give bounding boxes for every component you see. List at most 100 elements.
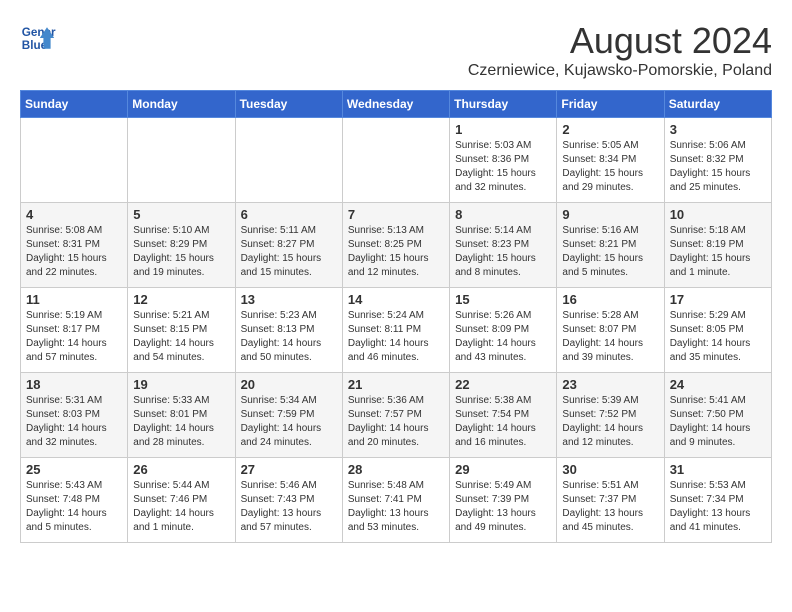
day-number: 30 <box>562 462 658 477</box>
weekday-header-thursday: Thursday <box>450 91 557 118</box>
calendar-cell: 26 Sunrise: 5:44 AM Sunset: 7:46 PM Dayli… <box>128 458 235 543</box>
day-number: 12 <box>133 292 229 307</box>
calendar-cell: 4 Sunrise: 5:08 AM Sunset: 8:31 PM Daylig… <box>21 203 128 288</box>
day-detail: Sunrise: 5:43 AM Sunset: 7:48 PM Dayligh… <box>26 479 122 535</box>
day-detail: Sunrise: 5:28 AM Sunset: 8:07 PM Dayligh… <box>562 309 658 365</box>
day-detail: Sunrise: 5:23 AM Sunset: 8:13 PM Dayligh… <box>241 309 337 365</box>
calendar-cell: 20 Sunrise: 5:34 AM Sunset: 7:59 PM Dayli… <box>235 373 342 458</box>
day-detail: Sunrise: 5:03 AM Sunset: 8:36 PM Dayligh… <box>455 139 551 195</box>
calendar-cell <box>342 118 449 203</box>
day-number: 3 <box>670 122 766 137</box>
calendar-cell: 9 Sunrise: 5:16 AM Sunset: 8:21 PM Daylig… <box>557 203 664 288</box>
day-number: 28 <box>348 462 444 477</box>
logo-icon: General Blue <box>20 20 56 56</box>
day-detail: Sunrise: 5:39 AM Sunset: 7:52 PM Dayligh… <box>562 394 658 450</box>
calendar-cell: 5Sunrise: 5:10 AM Sunset: 8:29 PM Daylig… <box>128 203 235 288</box>
weekday-header-monday: Monday <box>128 91 235 118</box>
logo: General Blue <box>20 20 56 56</box>
day-number: 1 <box>455 122 551 137</box>
calendar-cell: 8Sunrise: 5:14 AM Sunset: 8:23 PM Daylig… <box>450 203 557 288</box>
calendar-cell: 2 Sunrise: 5:05 AM Sunset: 8:34 PM Daylig… <box>557 118 664 203</box>
calendar-cell: 19Sunrise: 5:33 AM Sunset: 8:01 PM Dayli… <box>128 373 235 458</box>
day-detail: Sunrise: 5:05 AM Sunset: 8:34 PM Dayligh… <box>562 139 658 195</box>
calendar-cell <box>235 118 342 203</box>
day-detail: Sunrise: 5:53 AM Sunset: 7:34 PM Dayligh… <box>670 479 766 535</box>
weekday-header-saturday: Saturday <box>664 91 771 118</box>
calendar-cell <box>21 118 128 203</box>
day-number: 8 <box>455 207 551 222</box>
day-number: 17 <box>670 292 766 307</box>
day-detail: Sunrise: 5:41 AM Sunset: 7:50 PM Dayligh… <box>670 394 766 450</box>
weekday-header-sunday: Sunday <box>21 91 128 118</box>
weekday-header-tuesday: Tuesday <box>235 91 342 118</box>
day-number: 24 <box>670 377 766 392</box>
title-section: August 2024 Czerniewice, Kujawsko-Pomors… <box>468 20 772 80</box>
calendar-cell: 16Sunrise: 5:28 AM Sunset: 8:07 PM Dayli… <box>557 288 664 373</box>
calendar-cell: 13 Sunrise: 5:23 AM Sunset: 8:13 PM Dayli… <box>235 288 342 373</box>
week-row-3: 11 Sunrise: 5:19 AM Sunset: 8:17 PM Dayli… <box>21 288 772 373</box>
calendar-cell: 11 Sunrise: 5:19 AM Sunset: 8:17 PM Dayli… <box>21 288 128 373</box>
day-number: 10 <box>670 207 766 222</box>
day-number: 31 <box>670 462 766 477</box>
calendar-cell: 7Sunrise: 5:13 AM Sunset: 8:25 PM Daylig… <box>342 203 449 288</box>
day-detail: Sunrise: 5:36 AM Sunset: 7:57 PM Dayligh… <box>348 394 444 450</box>
day-detail: Sunrise: 5:44 AM Sunset: 7:46 PM Dayligh… <box>133 479 229 535</box>
weekday-header-row: SundayMondayTuesdayWednesdayThursdayFrid… <box>21 91 772 118</box>
day-detail: Sunrise: 5:26 AM Sunset: 8:09 PM Dayligh… <box>455 309 551 365</box>
day-detail: Sunrise: 5:48 AM Sunset: 7:41 PM Dayligh… <box>348 479 444 535</box>
calendar-cell: 29 Sunrise: 5:49 AM Sunset: 7:39 PM Dayli… <box>450 458 557 543</box>
calendar-cell: 17 Sunrise: 5:29 AM Sunset: 8:05 PM Dayli… <box>664 288 771 373</box>
calendar-cell: 3 Sunrise: 5:06 AM Sunset: 8:32 PM Daylig… <box>664 118 771 203</box>
calendar-cell: 18 Sunrise: 5:31 AM Sunset: 8:03 PM Dayli… <box>21 373 128 458</box>
day-number: 9 <box>562 207 658 222</box>
day-detail: Sunrise: 5:10 AM Sunset: 8:29 PM Dayligh… <box>133 224 229 280</box>
day-number: 13 <box>241 292 337 307</box>
location: Czerniewice, Kujawsko-Pomorskie, Poland <box>468 62 772 80</box>
day-detail: Sunrise: 5:18 AM Sunset: 8:19 PM Dayligh… <box>670 224 766 280</box>
day-number: 14 <box>348 292 444 307</box>
day-detail: Sunrise: 5:16 AM Sunset: 8:21 PM Dayligh… <box>562 224 658 280</box>
day-number: 26 <box>133 462 229 477</box>
day-number: 29 <box>455 462 551 477</box>
calendar-table: SundayMondayTuesdayWednesdayThursdayFrid… <box>20 90 772 543</box>
day-detail: Sunrise: 5:13 AM Sunset: 8:25 PM Dayligh… <box>348 224 444 280</box>
day-number: 6 <box>241 207 337 222</box>
day-detail: Sunrise: 5:46 AM Sunset: 7:43 PM Dayligh… <box>241 479 337 535</box>
day-detail: Sunrise: 5:19 AM Sunset: 8:17 PM Dayligh… <box>26 309 122 365</box>
calendar-cell: 30 Sunrise: 5:51 AM Sunset: 7:37 PM Dayli… <box>557 458 664 543</box>
calendar-cell: 21Sunrise: 5:36 AM Sunset: 7:57 PM Dayli… <box>342 373 449 458</box>
calendar-cell: 28 Sunrise: 5:48 AM Sunset: 7:41 PM Dayli… <box>342 458 449 543</box>
header-section: General Blue August 2024 Czerniewice, Ku… <box>20 20 772 80</box>
week-row-2: 4 Sunrise: 5:08 AM Sunset: 8:31 PM Daylig… <box>21 203 772 288</box>
day-number: 4 <box>26 207 122 222</box>
day-detail: Sunrise: 5:31 AM Sunset: 8:03 PM Dayligh… <box>26 394 122 450</box>
calendar-cell: 14 Sunrise: 5:24 AM Sunset: 8:11 PM Dayli… <box>342 288 449 373</box>
calendar-cell: 10 Sunrise: 5:18 AM Sunset: 8:19 PM Dayli… <box>664 203 771 288</box>
day-number: 15 <box>455 292 551 307</box>
calendar-cell: 12 Sunrise: 5:21 AM Sunset: 8:15 PM Dayli… <box>128 288 235 373</box>
day-number: 23 <box>562 377 658 392</box>
calendar-cell: 23 Sunrise: 5:39 AM Sunset: 7:52 PM Dayli… <box>557 373 664 458</box>
day-detail: Sunrise: 5:49 AM Sunset: 7:39 PM Dayligh… <box>455 479 551 535</box>
calendar-cell: 25Sunrise: 5:43 AM Sunset: 7:48 PM Dayli… <box>21 458 128 543</box>
day-number: 27 <box>241 462 337 477</box>
day-number: 11 <box>26 292 122 307</box>
day-detail: Sunrise: 5:51 AM Sunset: 7:37 PM Dayligh… <box>562 479 658 535</box>
day-detail: Sunrise: 5:08 AM Sunset: 8:31 PM Dayligh… <box>26 224 122 280</box>
day-number: 19 <box>133 377 229 392</box>
day-detail: Sunrise: 5:21 AM Sunset: 8:15 PM Dayligh… <box>133 309 229 365</box>
day-detail: Sunrise: 5:29 AM Sunset: 8:05 PM Dayligh… <box>670 309 766 365</box>
day-number: 20 <box>241 377 337 392</box>
weekday-header-wednesday: Wednesday <box>342 91 449 118</box>
calendar-cell: 31 Sunrise: 5:53 AM Sunset: 7:34 PM Dayli… <box>664 458 771 543</box>
day-detail: Sunrise: 5:24 AM Sunset: 8:11 PM Dayligh… <box>348 309 444 365</box>
calendar-cell <box>128 118 235 203</box>
calendar-cell: 24 Sunrise: 5:41 AM Sunset: 7:50 PM Dayli… <box>664 373 771 458</box>
day-number: 18 <box>26 377 122 392</box>
day-detail: Sunrise: 5:34 AM Sunset: 7:59 PM Dayligh… <box>241 394 337 450</box>
day-detail: Sunrise: 5:06 AM Sunset: 8:32 PM Dayligh… <box>670 139 766 195</box>
week-row-1: 1 Sunrise: 5:03 AM Sunset: 8:36 PM Daylig… <box>21 118 772 203</box>
day-detail: Sunrise: 5:38 AM Sunset: 7:54 PM Dayligh… <box>455 394 551 450</box>
week-row-5: 25Sunrise: 5:43 AM Sunset: 7:48 PM Dayli… <box>21 458 772 543</box>
day-number: 2 <box>562 122 658 137</box>
